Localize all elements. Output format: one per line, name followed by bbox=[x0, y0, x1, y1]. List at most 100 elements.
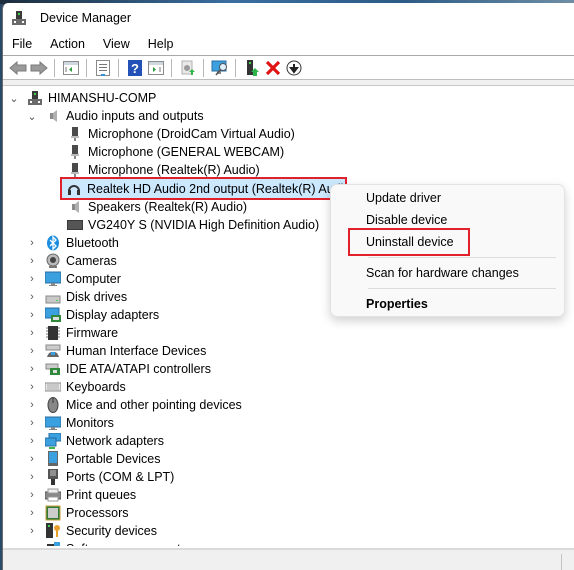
tree-root[interactable]: ⌄ HIMANSHU-COMP bbox=[9, 89, 156, 107]
menu-help[interactable]: Help bbox=[147, 35, 175, 53]
disable-device-icon bbox=[286, 60, 301, 75]
tree-category[interactable]: › Network adapters bbox=[27, 432, 164, 450]
chevron-right-icon[interactable]: › bbox=[27, 381, 37, 393]
tree-device-label: Realtek HD Audio 2nd output (Realtek(R) … bbox=[87, 181, 345, 196]
printer-icon bbox=[45, 487, 61, 503]
tree-category-label: Processors bbox=[66, 506, 129, 520]
network-adapter-icon bbox=[45, 433, 61, 449]
firmware-icon bbox=[45, 325, 61, 341]
chevron-down-icon[interactable]: ⌄ bbox=[9, 92, 19, 105]
tree-category-label: Display adapters bbox=[66, 308, 160, 322]
svg-text:?: ? bbox=[131, 61, 139, 76]
chevron-right-icon[interactable]: › bbox=[27, 489, 37, 501]
tree-device[interactable]: Microphone (Realtek(R) Audio) bbox=[67, 161, 260, 179]
chevron-right-icon[interactable]: › bbox=[27, 525, 37, 537]
chevron-right-icon[interactable]: › bbox=[27, 345, 37, 357]
tree-category[interactable]: › Portable Devices bbox=[27, 450, 161, 468]
tree-category[interactable]: › Display adapters bbox=[27, 306, 159, 324]
tree-device[interactable]: Microphone (GENERAL WEBCAM) bbox=[67, 143, 284, 161]
help-button[interactable]: ? bbox=[125, 59, 144, 77]
arrow-left-icon bbox=[8, 60, 26, 75]
menu-view[interactable]: View bbox=[102, 35, 131, 53]
status-bar-divider bbox=[561, 554, 562, 570]
tree-category[interactable]: › Security devices bbox=[27, 522, 157, 540]
tree-category-label: Cameras bbox=[66, 254, 117, 268]
tree-category-label: Firmware bbox=[66, 326, 119, 340]
chevron-right-icon[interactable]: › bbox=[27, 435, 37, 447]
context-menu-separator bbox=[368, 257, 556, 258]
context-menu-properties[interactable]: Properties bbox=[366, 297, 428, 311]
toolbar-separator bbox=[171, 58, 172, 77]
uninstall-device-button[interactable] bbox=[263, 59, 282, 77]
tree-category[interactable]: › Processors bbox=[27, 504, 129, 522]
enable-device-button[interactable] bbox=[242, 59, 261, 77]
tree-device[interactable]: Microphone (DroidCam Virtual Audio) bbox=[67, 125, 295, 143]
tree-device[interactable]: Speakers (Realtek(R) Audio) bbox=[67, 198, 247, 216]
tree-category[interactable]: › Cameras bbox=[27, 252, 117, 270]
tree-category-label: IDE ATA/ATAPI controllers bbox=[66, 362, 211, 376]
port-icon bbox=[45, 469, 61, 485]
tree-category[interactable]: › Keyboards bbox=[27, 378, 126, 396]
tree-category-label: Computer bbox=[66, 272, 121, 286]
disable-device-button[interactable] bbox=[284, 59, 303, 77]
context-menu-update-driver[interactable]: Update driver bbox=[366, 191, 441, 205]
tree-category[interactable]: › Software components bbox=[27, 540, 187, 546]
help-icon: ? bbox=[127, 59, 142, 76]
tree-category[interactable]: › Bluetooth bbox=[27, 234, 119, 252]
menu-file[interactable]: File bbox=[11, 35, 33, 53]
context-menu-scan-hardware[interactable]: Scan for hardware changes bbox=[366, 266, 519, 280]
chevron-down-icon[interactable]: ⌄ bbox=[27, 110, 37, 123]
tree-category-label: Ports (COM & LPT) bbox=[66, 470, 175, 484]
tree-category[interactable]: › Disk drives bbox=[27, 288, 127, 306]
computer-icon bbox=[45, 271, 61, 287]
chevron-right-icon[interactable]: › bbox=[27, 543, 37, 546]
tree-category[interactable]: › Human Interface Devices bbox=[27, 342, 206, 360]
chevron-right-icon[interactable]: › bbox=[27, 399, 37, 411]
monitor-icon bbox=[45, 415, 61, 431]
chevron-right-icon[interactable]: › bbox=[27, 417, 37, 429]
tree-category-label: Print queues bbox=[66, 488, 137, 502]
portable-device-icon bbox=[45, 451, 61, 467]
chevron-right-icon[interactable]: › bbox=[27, 255, 37, 267]
properties-button[interactable] bbox=[93, 59, 112, 77]
tree-category-label: Security devices bbox=[66, 524, 158, 538]
tree-device-selected[interactable]: Realtek HD Audio 2nd output (Realtek(R) … bbox=[60, 177, 347, 200]
back-button[interactable] bbox=[8, 59, 27, 77]
chevron-right-icon[interactable]: › bbox=[27, 453, 37, 465]
scan-hardware-button[interactable] bbox=[210, 59, 229, 77]
chevron-right-icon[interactable]: › bbox=[27, 471, 37, 483]
console-tree-icon bbox=[62, 60, 79, 75]
chevron-right-icon[interactable]: › bbox=[27, 237, 37, 249]
tree-device[interactable]: VG240Y S (NVIDIA High Definition Audio) bbox=[67, 216, 319, 234]
tree-category[interactable]: › Firmware bbox=[27, 324, 118, 342]
tree-device-label: Speakers (Realtek(R) Audio) bbox=[88, 200, 248, 214]
toolbar-separator bbox=[235, 58, 236, 77]
chevron-right-icon[interactable]: › bbox=[27, 273, 37, 285]
tree-category[interactable]: › Monitors bbox=[27, 414, 114, 432]
update-driver-icon bbox=[181, 60, 195, 75]
tree-category[interactable]: › Print queues bbox=[27, 486, 136, 504]
show-action-pane-button[interactable] bbox=[146, 59, 165, 77]
tree-category[interactable]: › IDE ATA/ATAPI controllers bbox=[27, 360, 211, 378]
tree-category[interactable]: › Computer bbox=[27, 270, 121, 288]
tree-category[interactable]: › Ports (COM & LPT) bbox=[27, 468, 174, 486]
speaker-icon bbox=[45, 108, 61, 124]
chevron-right-icon[interactable]: › bbox=[27, 291, 37, 303]
tree-root-label: HIMANSHU-COMP bbox=[48, 91, 157, 105]
chevron-right-icon[interactable]: › bbox=[27, 309, 37, 321]
context-menu-disable-device[interactable]: Disable device bbox=[366, 213, 447, 227]
chevron-right-icon[interactable]: › bbox=[27, 327, 37, 339]
forward-button[interactable] bbox=[29, 59, 48, 77]
tree-category-label: Portable Devices bbox=[66, 452, 161, 466]
tree-category[interactable]: › Mice and other pointing devices bbox=[27, 396, 242, 414]
chevron-right-icon[interactable]: › bbox=[27, 363, 37, 375]
toolbar-separator bbox=[118, 58, 119, 77]
menu-action[interactable]: Action bbox=[49, 35, 86, 53]
tree-category-audio[interactable]: ⌄ Audio inputs and outputs bbox=[27, 107, 203, 125]
update-driver-button[interactable] bbox=[178, 59, 197, 77]
chevron-right-icon[interactable]: › bbox=[27, 507, 37, 519]
window-title: Device Manager bbox=[40, 11, 132, 25]
action-pane-icon bbox=[147, 60, 164, 75]
menu-bar: File Action View Help bbox=[3, 33, 574, 55]
show-hide-console-tree-button[interactable] bbox=[61, 59, 80, 77]
